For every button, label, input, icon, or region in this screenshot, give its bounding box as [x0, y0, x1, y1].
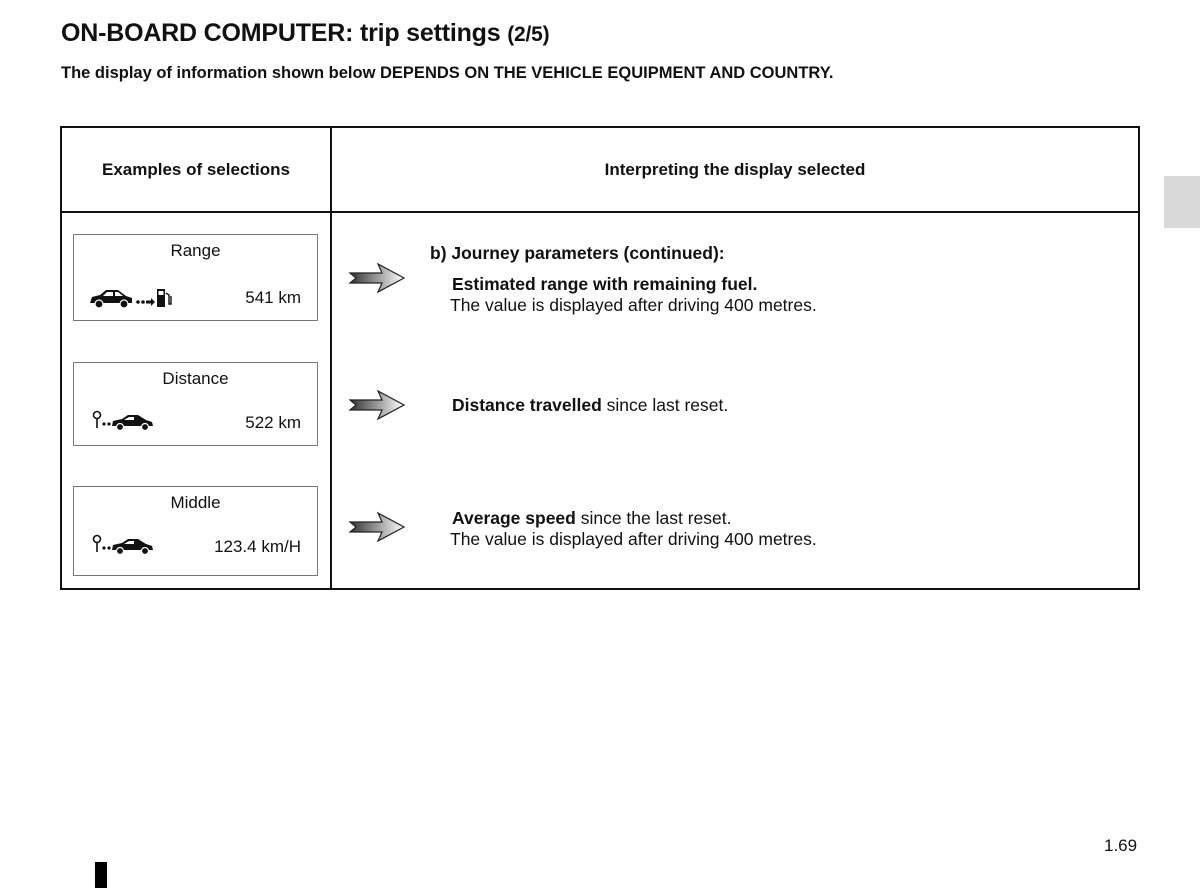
subtitle: The display of information shown below D… [61, 64, 834, 82]
display-example-range: Range 541 km [73, 234, 318, 321]
column-header-examples: Examples of selections [101, 159, 291, 179]
car-to-fuel-pump-icon [90, 289, 172, 309]
pin-to-car-icon [92, 534, 153, 556]
display-example-distance: Distance 522 km [73, 362, 318, 446]
column-header-interpreting: Interpreting the display selected [604, 159, 866, 179]
page-indicator: (2/5) [507, 23, 550, 46]
description-normal: since the last reset. [575, 508, 732, 528]
section-tab-marker [1164, 176, 1200, 228]
description-normal: since last reset. [601, 395, 729, 415]
display-value: 541 km [245, 288, 301, 307]
page-number: 1.69 [1104, 836, 1138, 855]
display-label: Range [170, 241, 221, 260]
display-value: 123.4 km/H [214, 537, 301, 556]
arrow-right-icon [348, 511, 406, 543]
section-heading: b) Journey parameters (continued): [430, 243, 725, 263]
description-note: The value is displayed after driving 400… [450, 295, 817, 315]
arrow-right-icon [348, 389, 406, 421]
arrow-right-icon [348, 262, 406, 294]
page-title: ON-BOARD COMPUTER: trip settings (2/5) [61, 19, 550, 48]
description-average-speed: Average speed since the last reset. [452, 508, 732, 529]
description-distance: Distance travelled since last reset. [452, 395, 728, 416]
description-note: The value is displayed after driving 400… [450, 529, 817, 549]
display-label: Distance [162, 369, 229, 388]
description-bold: Distance travelled [452, 395, 602, 415]
description-bold: Estimated range with remaining fuel. [452, 274, 758, 294]
title-text: ON-BOARD COMPUTER: trip settings [61, 19, 501, 47]
pin-to-car-icon [92, 410, 153, 432]
display-value: 522 km [245, 413, 301, 432]
header-divider [62, 211, 1138, 213]
description-bold: Average speed [452, 508, 576, 528]
display-example-middle: Middle 123.4 km/H [73, 486, 318, 576]
crop-mark [95, 862, 107, 888]
selections-table: Examples of selections Interpreting the … [60, 126, 1140, 590]
display-label: Middle [170, 493, 221, 512]
description-range: Estimated range with remaining fuel. [452, 274, 757, 295]
